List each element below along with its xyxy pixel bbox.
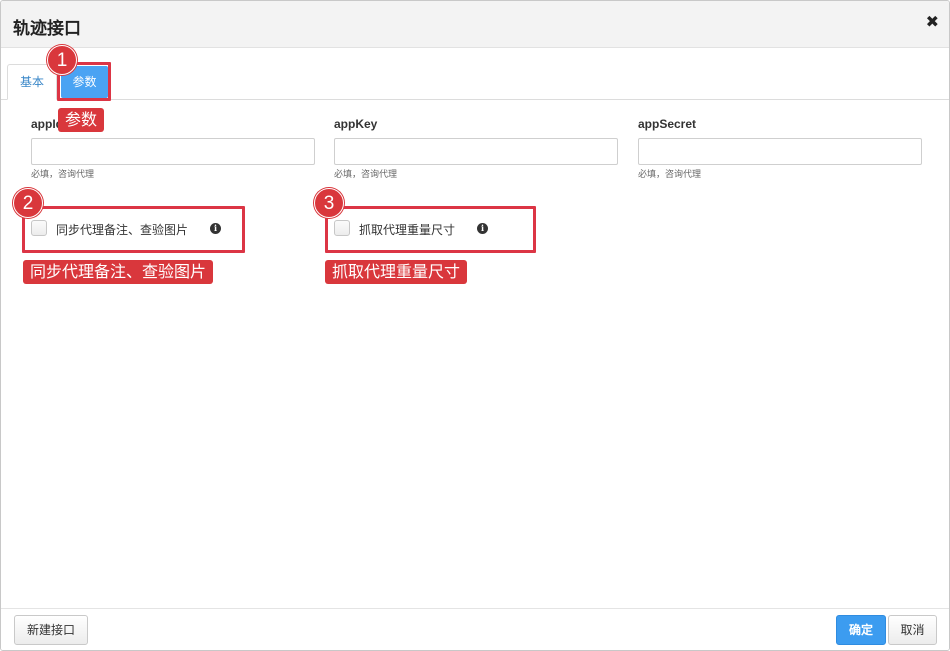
appid-input[interactable]	[31, 138, 315, 165]
dialog-title: 轨迹接口	[13, 19, 81, 39]
annotation-marker-2: 2	[13, 188, 43, 218]
confirm-button[interactable]: 确定	[836, 615, 886, 645]
cancel-button[interactable]: 取消	[888, 615, 937, 645]
annotation-callout-2: 同步代理备注、查验图片	[23, 260, 214, 284]
field-hint-appid: 必填，咨询代理	[31, 170, 95, 180]
highlight-box-2	[22, 206, 245, 253]
annotation-marker-3: 3	[314, 188, 344, 218]
close-icon[interactable]: ✖	[926, 12, 939, 31]
field-label-appkey: appKey	[334, 117, 378, 131]
highlight-box-3	[325, 206, 536, 253]
dialog: 轨迹接口 ✖ 基本 参数 appId 必填，咨询代理 appKey 必填，咨询代…	[0, 0, 950, 651]
annotation-marker-1: 1	[47, 45, 77, 75]
field-label-appsecret: appSecret	[638, 117, 697, 131]
appkey-input[interactable]	[334, 138, 618, 165]
dialog-footer: 新建接口 确定 取消	[1, 608, 949, 650]
annotation-callout-3: 抓取代理重量尺寸	[325, 260, 468, 284]
field-hint-appkey: 必填，咨询代理	[334, 170, 398, 180]
tab-bar: 基本 参数	[1, 64, 949, 100]
dialog-header: 轨迹接口 ✖	[1, 1, 949, 48]
annotation-callout-1: 参数	[58, 108, 105, 132]
appsecret-input[interactable]	[638, 138, 922, 165]
field-hint-appsecret: 必填，咨询代理	[638, 170, 702, 180]
new-interface-button[interactable]: 新建接口	[14, 615, 88, 645]
